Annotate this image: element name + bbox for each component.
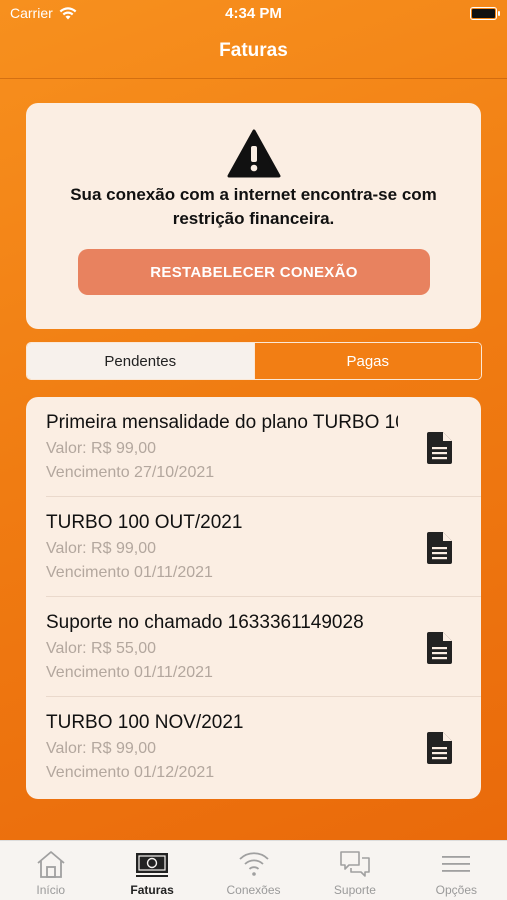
invoice-value: Valor: R$ 99,00	[46, 540, 156, 557]
chat-icon	[340, 851, 370, 877]
invoice-due-date: Vencimento 01/11/2021	[46, 664, 213, 681]
restriction-message: Sua conexão com a internet encontra-se c…	[70, 185, 437, 228]
invoice-title: Suporte no chamado 1633361149028	[46, 612, 364, 633]
tab-bar: Início Faturas Conexões Suporte Opções	[0, 840, 507, 900]
invoice-value: Valor: R$ 99,00	[46, 740, 156, 757]
wifi-icon	[238, 852, 269, 876]
menu-icon	[442, 856, 471, 872]
tab-invoices[interactable]: Faturas	[101, 841, 202, 900]
document-icon[interactable]	[424, 432, 454, 464]
restore-connection-button[interactable]: RESTABELECER CONEXÃO	[78, 249, 430, 295]
tab-options[interactable]: Opções	[406, 841, 507, 900]
document-icon[interactable]	[424, 632, 454, 664]
invoice-list: Primeira mensalidade do plano TURBO 100 …	[26, 397, 481, 799]
tab-options-label: Opções	[435, 883, 477, 897]
invoice-row[interactable]: TURBO 100 OUT/2021 Valor: R$ 99,00 Venci…	[26, 497, 481, 597]
segment-paid[interactable]: Pagas	[253, 343, 481, 379]
invoice-due-date: Vencimento 01/11/2021	[46, 564, 213, 581]
invoice-due-date: Vencimento 01/12/2021	[46, 764, 215, 781]
tab-home[interactable]: Início	[0, 841, 101, 900]
invoice-value: Valor: R$ 55,00	[46, 640, 156, 657]
tab-connections-label: Conexões	[226, 883, 281, 897]
tab-connections[interactable]: Conexões	[203, 841, 304, 900]
document-icon[interactable]	[424, 532, 454, 564]
tab-support[interactable]: Suporte	[304, 841, 405, 900]
document-icon[interactable]	[424, 732, 454, 764]
cash-icon	[136, 853, 169, 877]
home-icon	[37, 851, 65, 878]
battery-icon	[470, 7, 500, 20]
invoice-title: TURBO 100 NOV/2021	[46, 712, 244, 733]
invoice-title: Primeira mensalidade do plano TURBO 100	[46, 412, 398, 433]
tab-support-label: Suporte	[333, 883, 376, 897]
tab-home-label: Início	[36, 883, 66, 897]
invoice-title: TURBO 100 OUT/2021	[46, 512, 243, 533]
status-bar: Carrier 4:34 PM	[0, 0, 507, 28]
page-title: Faturas	[219, 40, 288, 61]
invoice-status-segmented-control: Pendentes Pagas	[26, 342, 482, 380]
invoice-value: Valor: R$ 99,00	[46, 440, 156, 457]
invoice-due-date: Vencimento 27/10/2021	[46, 464, 215, 481]
segment-pending[interactable]: Pendentes	[27, 343, 254, 379]
restriction-alert-card: Sua conexão com a internet encontra-se c…	[26, 103, 481, 329]
invoice-row[interactable]: TURBO 100 NOV/2021 Valor: R$ 99,00 Venci…	[26, 697, 481, 797]
status-time: 4:34 PM	[225, 5, 282, 22]
invoice-row[interactable]: Primeira mensalidade do plano TURBO 100 …	[26, 397, 481, 497]
warning-icon	[227, 129, 281, 178]
invoice-row[interactable]: Suporte no chamado 1633361149028 Valor: …	[26, 597, 481, 697]
nav-divider	[0, 78, 507, 79]
tab-invoices-label: Faturas	[130, 883, 174, 897]
